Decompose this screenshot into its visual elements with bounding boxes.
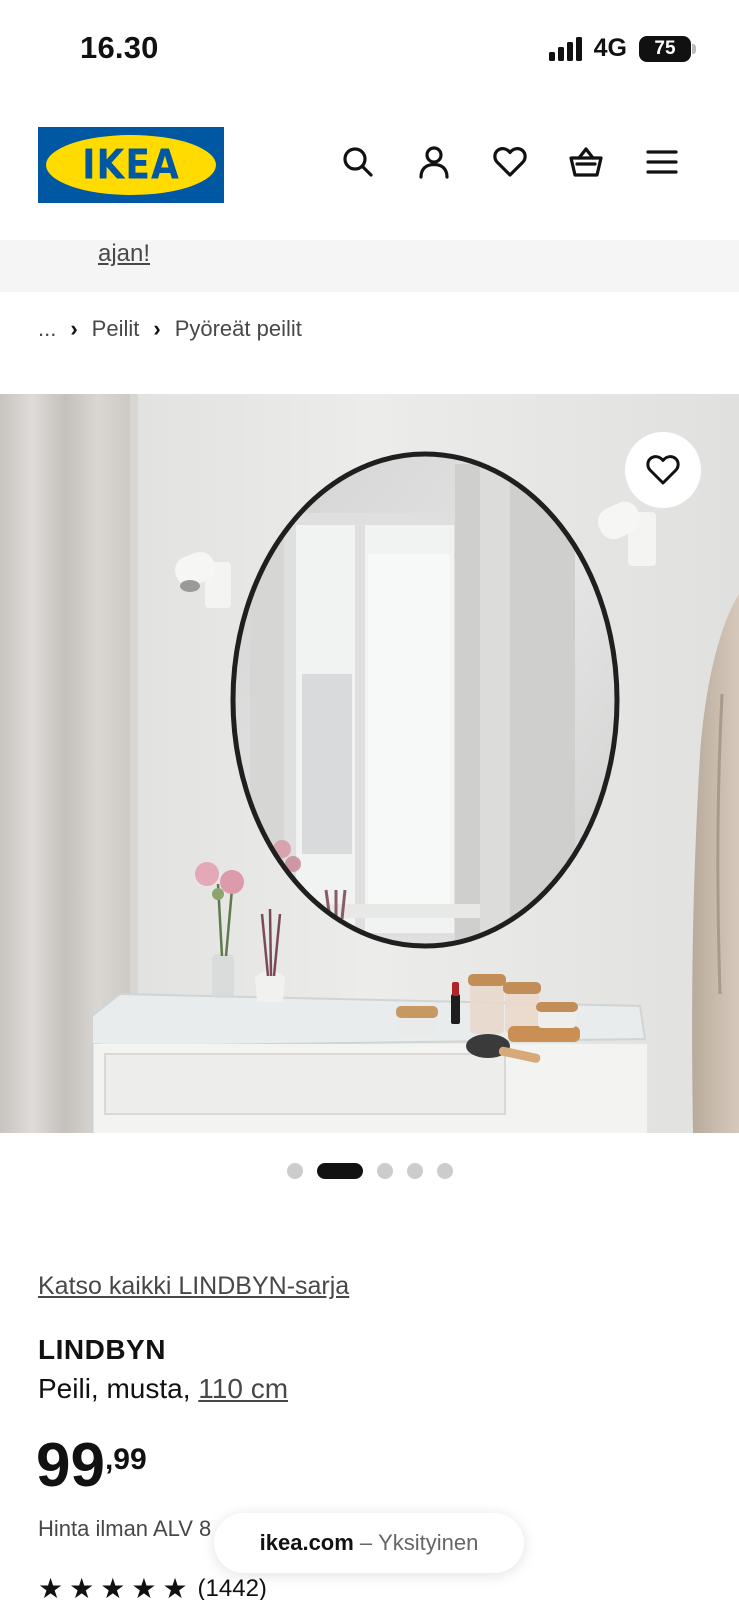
battery-level: 75 <box>654 37 676 59</box>
product-type: Peili, musta, <box>38 1373 191 1404</box>
star-icon: ★ <box>131 1573 157 1600</box>
star-icon: ★ <box>38 1573 64 1600</box>
heart-icon <box>646 455 680 485</box>
star-icon: ★ <box>162 1573 188 1600</box>
cart-icon[interactable] <box>567 143 605 181</box>
favourites-icon[interactable] <box>491 143 529 181</box>
carousel-dot-active[interactable] <box>316 1163 363 1179</box>
product-price: 99 ,99 <box>36 1435 147 1497</box>
browser-address-bar[interactable]: ikea.com – Yksityinen <box>214 1513 524 1573</box>
promo-link[interactable]: ajan! <box>98 240 150 268</box>
carousel-dot[interactable] <box>376 1163 393 1179</box>
battery-icon: 75 <box>639 35 696 62</box>
carousel-dot[interactable] <box>286 1163 303 1179</box>
carousel-dot[interactable] <box>406 1163 423 1179</box>
signal-icon <box>548 36 582 61</box>
product-image[interactable] <box>0 394 739 1133</box>
breadcrumb-item-pyoreat-peilit[interactable]: Pyöreät peilit <box>175 316 302 342</box>
url-domain: ikea.com <box>259 1530 354 1555</box>
menu-icon[interactable] <box>643 143 681 181</box>
promo-banner: ajan! <box>0 240 739 292</box>
price-integer: 99 <box>36 1431 105 1500</box>
star-icon: ★ <box>69 1573 95 1600</box>
product-name: LINDBYN <box>38 1334 166 1365</box>
site-header: IKEA <box>0 100 739 240</box>
ikea-logo[interactable]: IKEA <box>38 127 224 203</box>
chevron-right-icon: › <box>153 316 161 341</box>
logo-text: IKEA <box>82 141 180 189</box>
search-icon[interactable] <box>339 143 377 181</box>
series-link[interactable]: Katso kaikki LINDBYN-sarja <box>38 1272 349 1301</box>
product-description: Peili, musta, 110 cm <box>38 1373 288 1405</box>
breadcrumb-ellipsis[interactable]: ... <box>38 316 56 342</box>
status-indicators: 4G 75 <box>548 34 696 63</box>
network-type: 4G <box>593 34 627 62</box>
status-time: 16.30 <box>80 30 159 65</box>
star-icon: ★ <box>100 1573 126 1600</box>
breadcrumb: ... › Peilit › Pyöreät peilit <box>38 316 302 342</box>
add-to-favourites-button[interactable] <box>625 432 701 508</box>
url-separator: – <box>359 1530 373 1555</box>
logo-oval: IKEA <box>46 135 216 195</box>
review-count: (1442) <box>197 1575 267 1600</box>
private-mode-label: Yksityinen <box>378 1530 479 1555</box>
product-size-link[interactable]: 110 cm <box>198 1373 288 1404</box>
chevron-right-icon: › <box>70 316 78 341</box>
carousel-dot[interactable] <box>436 1163 453 1179</box>
status-bar: 16.30 4G 75 <box>0 0 739 100</box>
price-decimal: ,99 <box>104 1443 147 1476</box>
product-rating[interactable]: ★ ★ ★ ★ ★ (1442) <box>38 1575 267 1600</box>
header-actions <box>339 143 681 181</box>
rating-stars: ★ ★ ★ ★ ★ <box>38 1575 188 1600</box>
carousel-indicator <box>0 1163 739 1179</box>
vat-note: Hinta ilman ALV 8 <box>38 1516 212 1541</box>
account-icon[interactable] <box>415 143 453 181</box>
breadcrumb-item-peilit[interactable]: Peilit <box>92 316 140 342</box>
